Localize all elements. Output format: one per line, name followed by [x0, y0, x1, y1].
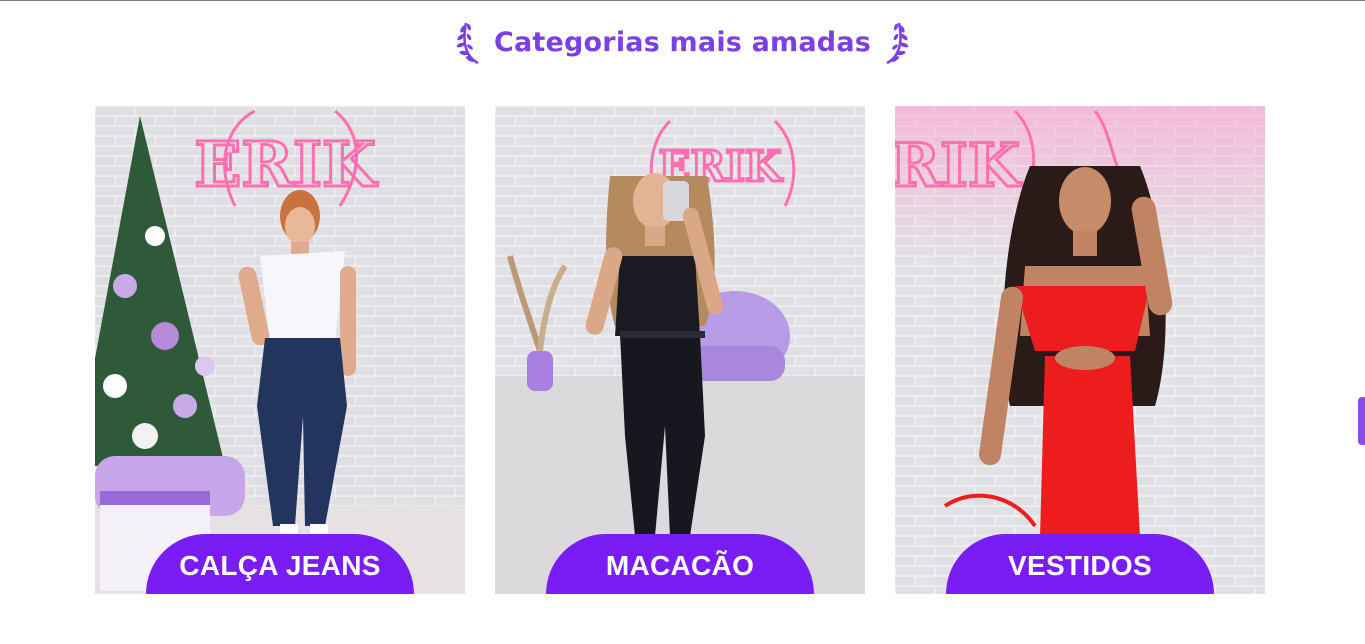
laurel-left-icon: [456, 22, 479, 65]
section-heading: Categorias mais amadas: [0, 14, 1365, 70]
woman-red-dress-photo: RIK: [895, 106, 1265, 594]
section-title: Categorias mais amadas: [493, 26, 872, 58]
woman-jeans-photo: ERIK: [95, 106, 465, 594]
category-label-macacao[interactable]: MACACÃO: [546, 534, 814, 594]
category-card-vestidos[interactable]: RIK VESTIDOS: [895, 106, 1265, 594]
svg-text:RIK: RIK: [895, 131, 1022, 201]
category-card-calca-jeans[interactable]: ERIK CALÇA JEANS: [95, 106, 465, 594]
category-label-vestidos[interactable]: VESTIDOS: [946, 534, 1214, 594]
category-label-calca-jeans[interactable]: CALÇA JEANS: [146, 534, 414, 594]
woman-jumpsuit-photo: ERIK: [495, 106, 865, 594]
svg-text:ERIK: ERIK: [194, 128, 378, 201]
side-scroll-tab[interactable]: [1358, 397, 1365, 445]
top-divider: [0, 0, 1365, 1]
category-card-macacao[interactable]: ERIK MACACÃO: [495, 106, 865, 594]
laurel-right-icon: [886, 22, 909, 65]
